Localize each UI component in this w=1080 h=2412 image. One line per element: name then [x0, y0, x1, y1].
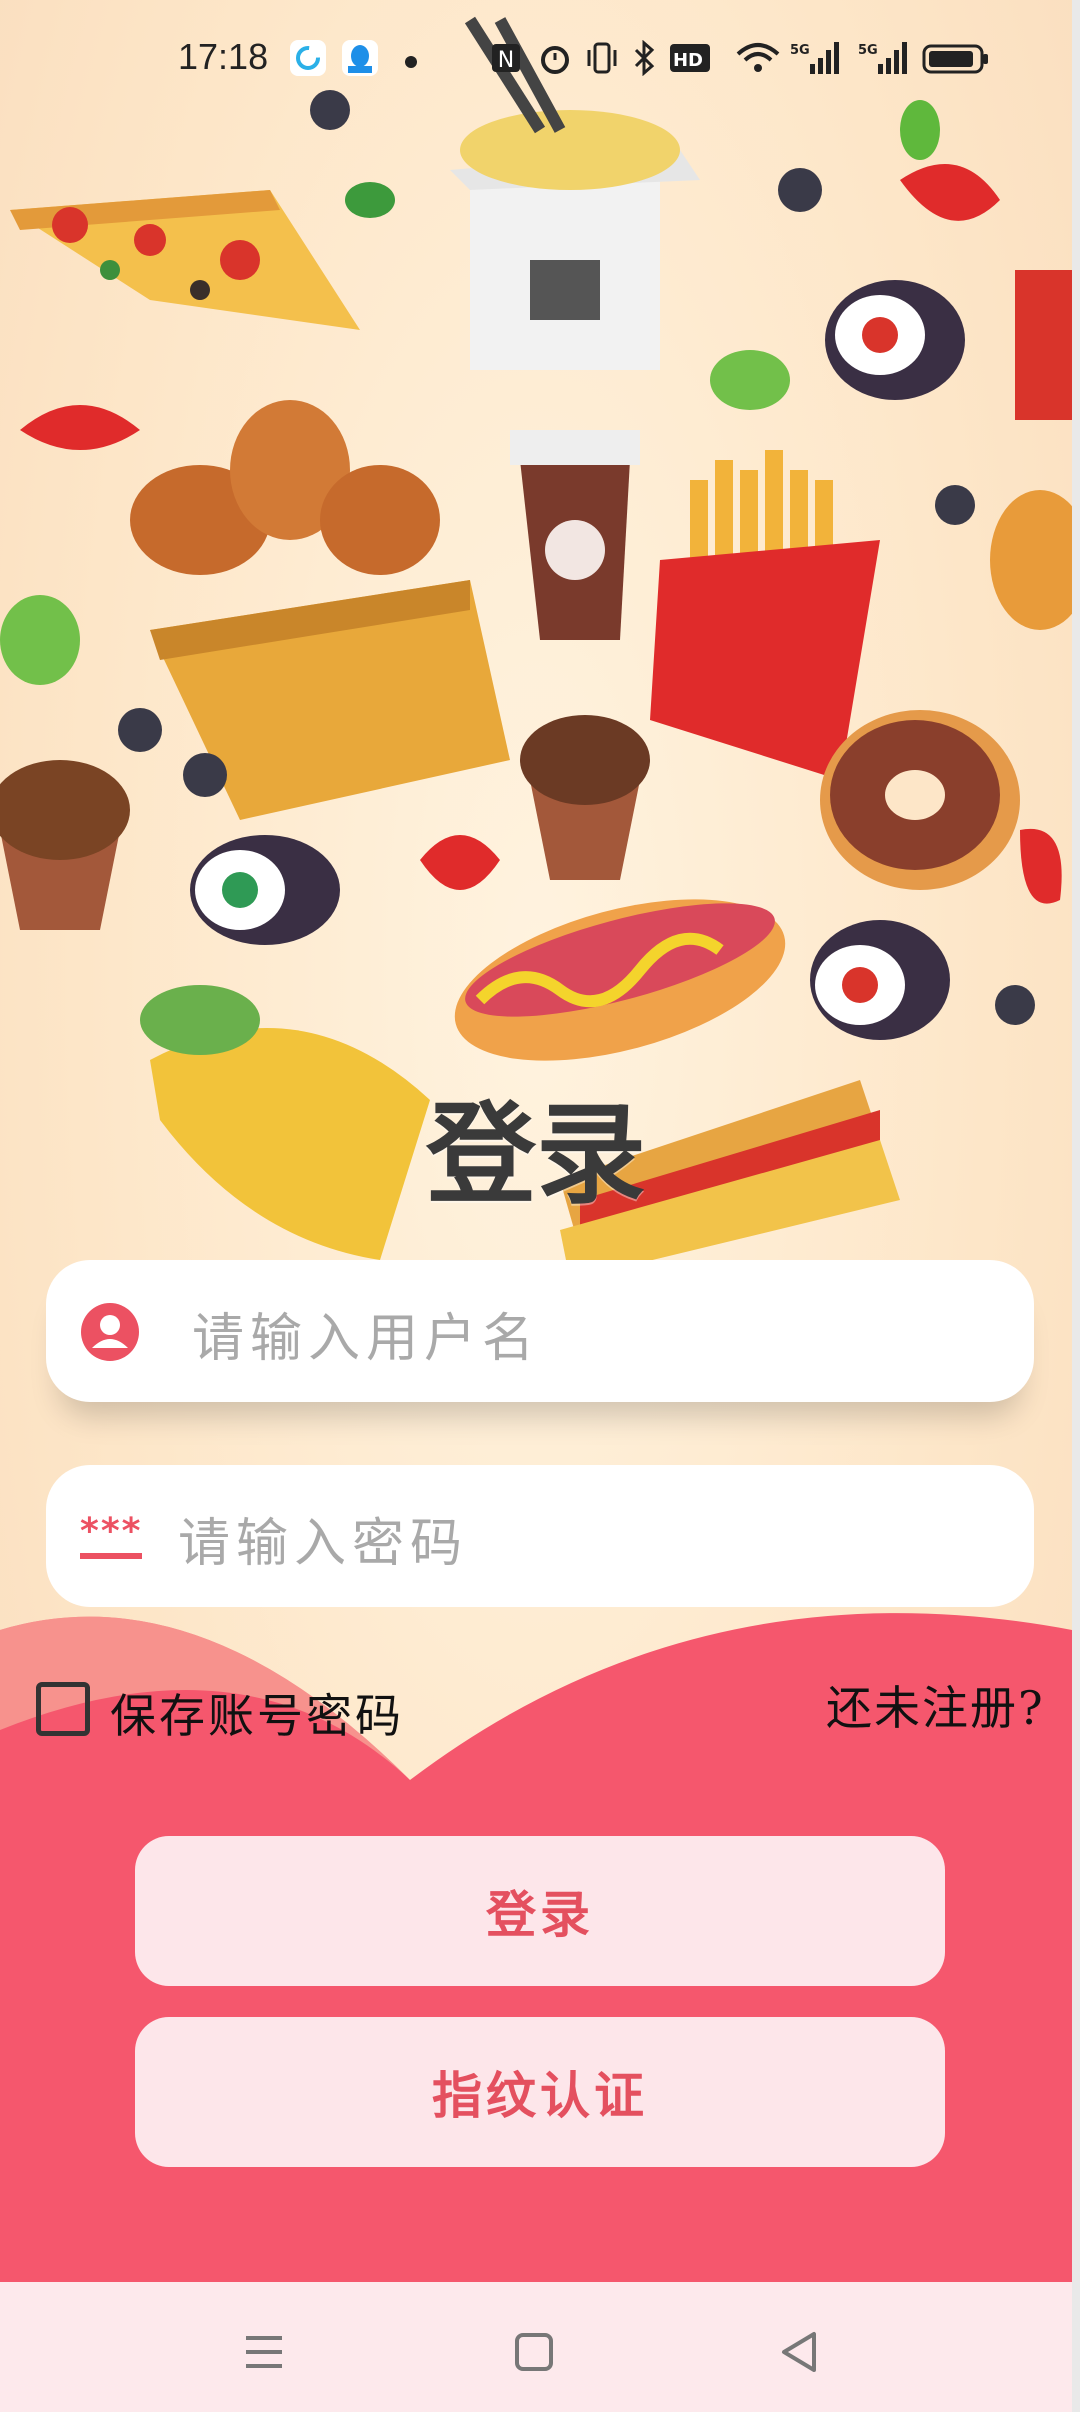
- fries-icon: [650, 450, 880, 780]
- password-icon: ***: [78, 1511, 144, 1559]
- user-icon: [81, 1303, 139, 1361]
- alarm-icon: [541, 46, 569, 74]
- signal-5g-icon: 5G: [858, 42, 907, 74]
- username-input[interactable]: 请输入用户名: [192, 1296, 540, 1371]
- signal-5g-icon: 5G: [790, 42, 839, 74]
- remember-password-checkbox[interactable]: [36, 1682, 90, 1736]
- battery-icon: [922, 44, 988, 74]
- svg-text:5G: 5G: [858, 43, 878, 58]
- qq-icon: [342, 40, 378, 76]
- vibrate-icon: [587, 42, 617, 74]
- bluetooth-icon: [634, 40, 655, 76]
- screen-edge: [1072, 0, 1080, 2412]
- fingerprint-button[interactable]: 指纹认证: [135, 2017, 945, 2167]
- status-bar: 17:18 N HD 5G 5G: [0, 0, 1072, 120]
- coffee-cup-icon: [510, 430, 640, 640]
- nfc-icon: N: [492, 44, 520, 73]
- password-field[interactable]: *** 请输入密码: [46, 1465, 1034, 1607]
- chicken-bucket-icon: [130, 400, 510, 820]
- register-link[interactable]: 还未注册?: [826, 1672, 1045, 1738]
- status-time: 17:18: [178, 36, 269, 77]
- username-field[interactable]: 请输入用户名: [46, 1260, 1034, 1402]
- hd-icon: HD: [670, 44, 710, 72]
- wifi-icon: [736, 43, 780, 72]
- hotdog-icon: [454, 899, 786, 1061]
- home-square-icon[interactable]: [504, 2322, 564, 2382]
- svg-text:5G: 5G: [790, 43, 810, 58]
- navigation-bar: [0, 2282, 1072, 2412]
- donut-icon: [820, 710, 1020, 890]
- back-triangle-icon[interactable]: [770, 2322, 830, 2382]
- remember-password-label[interactable]: 保存账号密码: [110, 1680, 404, 1746]
- login-screen: 17:18 N HD 5G 5G 登录 请输入用户名 *** 请输入密码 保存账…: [0, 0, 1072, 2412]
- page-title: 登录: [426, 1090, 646, 1219]
- menu-icon[interactable]: [234, 2322, 294, 2382]
- sync-icon: [290, 40, 326, 76]
- svg-text:N: N: [498, 48, 514, 73]
- password-input[interactable]: 请输入密码: [178, 1501, 468, 1576]
- dot-icon: [405, 56, 417, 68]
- svg-text:HD: HD: [673, 50, 703, 71]
- pizza-slice-icon: [10, 190, 360, 330]
- login-button[interactable]: 登录: [135, 1836, 945, 1986]
